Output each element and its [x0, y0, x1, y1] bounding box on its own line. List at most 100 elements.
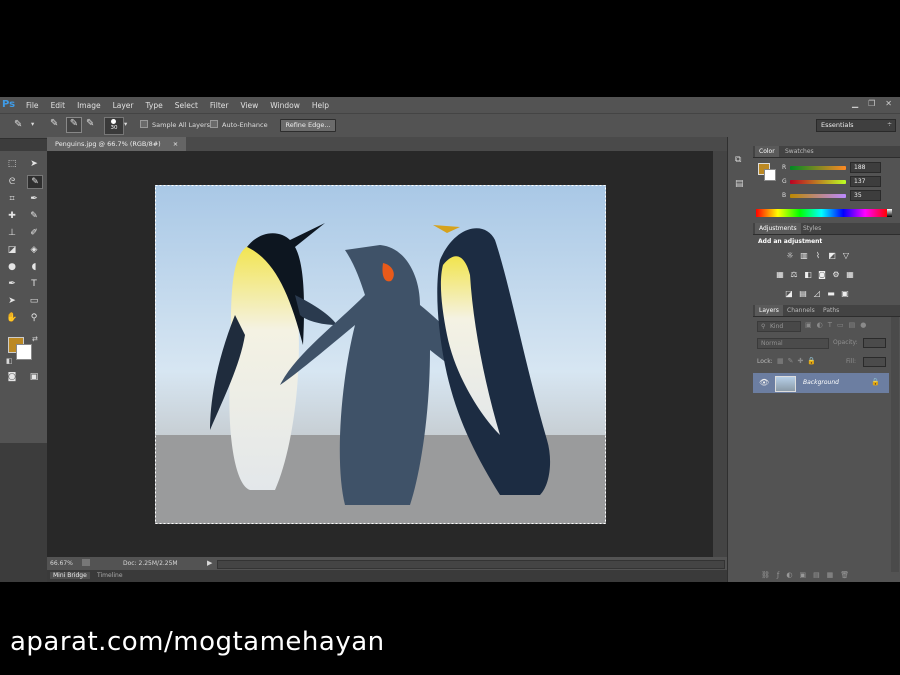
auto-enhance-checkbox[interactable]: Auto-Enhance	[210, 120, 268, 129]
screen-mode-icon[interactable]: ▣	[27, 371, 41, 383]
green-slider[interactable]	[790, 180, 846, 184]
color-lookup-icon[interactable]: ▦	[845, 270, 855, 279]
invert-icon[interactable]: ◪	[784, 289, 794, 298]
layer-row-background[interactable]: 👁 Background 🔒	[753, 373, 889, 393]
vertical-scrollbar[interactable]	[713, 151, 727, 557]
layers-footer-buttons[interactable]: ⛓ƒ◐▣▤▦🗑	[761, 571, 856, 579]
channels-tab[interactable]: Channels	[783, 305, 819, 316]
menu-help[interactable]: Help	[306, 101, 335, 110]
default-colors-icon[interactable]: ◧	[6, 357, 13, 365]
horizontal-scrollbar[interactable]	[217, 560, 725, 569]
move-tool-icon[interactable]: ➤	[27, 158, 41, 170]
photo-filter-icon[interactable]: ◙	[817, 270, 827, 279]
vibrance-icon[interactable]: ▽	[841, 251, 851, 260]
curves-icon[interactable]: ⌇	[813, 251, 823, 260]
new-selection-brush-icon[interactable]: ✎	[50, 118, 58, 129]
lasso-tool-icon[interactable]: ᘓ	[5, 176, 19, 188]
red-slider[interactable]	[790, 166, 846, 170]
paths-tab[interactable]: Paths	[819, 305, 843, 316]
opacity-field[interactable]	[863, 338, 886, 348]
menu-window[interactable]: Window	[264, 101, 306, 110]
history-panel-icon[interactable]: ⧉	[735, 155, 741, 165]
zoom-tool-icon[interactable]: ⚲	[27, 312, 41, 324]
clone-stamp-tool-icon[interactable]: ⊥	[5, 227, 19, 239]
workspace-switcher[interactable]: Essentials ÷	[816, 119, 896, 132]
rectangle-tool-icon[interactable]: ▭	[27, 295, 41, 307]
layers-scrollbar[interactable]	[891, 317, 899, 572]
black-white-icon[interactable]: ◧	[803, 270, 813, 279]
menu-type[interactable]: Type	[140, 101, 169, 110]
tool-preset-dropdown-icon[interactable]: ▾	[31, 120, 34, 128]
layer-filter-icons[interactable]: ▣◐T▭▤●	[805, 321, 895, 330]
channel-mixer-icon[interactable]: ⚙	[831, 270, 841, 279]
blend-mode-select[interactable]: Normal	[757, 338, 829, 349]
spot-healing-tool-icon[interactable]: ✚	[5, 210, 19, 222]
menu-image[interactable]: Image	[71, 101, 107, 110]
layer-kind-filter[interactable]: ⚲ Kind	[757, 321, 801, 332]
swap-colors-icon[interactable]: ⇄	[32, 335, 38, 343]
blue-value-field[interactable]: 35	[850, 190, 881, 201]
mini-bridge-tab[interactable]: Mini Bridge	[50, 572, 90, 579]
restore-button[interactable]: ❐	[868, 99, 875, 108]
refine-edge-button[interactable]: Refine Edge...	[280, 119, 336, 132]
brush-picker[interactable]: 30	[104, 117, 124, 135]
marquee-tool-icon[interactable]: ⬚	[5, 158, 19, 170]
crop-tool-icon[interactable]: ⌗	[5, 193, 19, 205]
document-image[interactable]	[155, 185, 606, 524]
layers-tab[interactable]: Layers	[755, 305, 783, 316]
minimize-button[interactable]: ▁	[852, 99, 858, 108]
levels-icon[interactable]: ▥	[799, 251, 809, 260]
fill-field[interactable]	[863, 357, 886, 367]
menu-view[interactable]: View	[234, 101, 264, 110]
menu-filter[interactable]: Filter	[204, 101, 235, 110]
status-menu-arrow-icon[interactable]: ▶	[207, 559, 212, 567]
quick-selection-tool-icon[interactable]: ✎	[14, 119, 22, 130]
color-spectrum-ramp[interactable]	[756, 209, 887, 217]
adjustments-tab[interactable]: Adjustments	[755, 223, 801, 234]
menu-select[interactable]: Select	[169, 101, 204, 110]
brush-tool-icon[interactable]: ✎	[27, 210, 41, 222]
posterize-icon[interactable]: ▤	[798, 289, 808, 298]
menu-file[interactable]: File	[20, 101, 45, 110]
dodge-tool-icon[interactable]: ◖	[27, 261, 41, 273]
timeline-tab[interactable]: Timeline	[97, 572, 123, 579]
black-white-ramp[interactable]	[887, 209, 892, 217]
eyedropper-tool-icon[interactable]: ✒	[27, 193, 41, 205]
pen-tool-icon[interactable]: ✒	[5, 278, 19, 290]
type-tool-icon[interactable]: T	[27, 278, 41, 290]
close-tab-icon[interactable]: ×	[173, 140, 178, 148]
document-tab[interactable]: Penguins.jpg @ 66.7% (RGB/8#) ×	[47, 137, 187, 151]
properties-panel-icon[interactable]: ▤	[735, 179, 744, 189]
color-background-swatch[interactable]	[764, 169, 776, 181]
brightness-contrast-icon[interactable]: ☼	[785, 251, 795, 260]
sample-all-layers-checkbox[interactable]: Sample All Layers	[140, 120, 210, 129]
menu-layer[interactable]: Layer	[107, 101, 140, 110]
brush-dropdown-icon[interactable]: ▾	[124, 120, 127, 128]
blue-slider[interactable]	[790, 194, 846, 198]
history-brush-tool-icon[interactable]: ✐	[27, 227, 41, 239]
red-value-field[interactable]: 188	[850, 162, 881, 173]
styles-tab[interactable]: Styles	[799, 223, 825, 234]
swatches-tab[interactable]: Swatches	[781, 146, 818, 157]
background-color-swatch[interactable]	[16, 344, 32, 360]
zoom-level[interactable]: 66.67%	[50, 560, 73, 567]
menu-edit[interactable]: Edit	[45, 101, 72, 110]
visibility-eye-icon[interactable]: 👁	[759, 378, 769, 387]
green-value-field[interactable]: 137	[850, 176, 881, 187]
blur-tool-icon[interactable]: ●	[5, 261, 19, 273]
exposure-icon[interactable]: ◩	[827, 251, 837, 260]
paint-bucket-tool-icon[interactable]: ◈	[27, 244, 41, 256]
eraser-tool-icon[interactable]: ◪	[5, 244, 19, 256]
threshold-icon[interactable]: ◿	[812, 289, 822, 298]
path-selection-tool-icon[interactable]: ➤	[5, 295, 19, 307]
quick-mask-icon[interactable]: ◙	[5, 371, 19, 383]
add-to-selection-brush-icon[interactable]: ✎	[66, 117, 82, 133]
subtract-from-selection-brush-icon[interactable]: ✎	[86, 118, 94, 129]
gradient-map-icon[interactable]: ▬	[826, 289, 836, 298]
close-button[interactable]: ✕	[885, 99, 892, 108]
status-export-icon[interactable]	[82, 559, 90, 566]
selective-color-icon[interactable]: ▣	[840, 289, 850, 298]
quick-selection-tool-icon[interactable]: ✎	[27, 175, 43, 189]
hand-tool-icon[interactable]: ✋	[5, 312, 19, 324]
color-balance-icon[interactable]: ⚖	[789, 270, 799, 279]
